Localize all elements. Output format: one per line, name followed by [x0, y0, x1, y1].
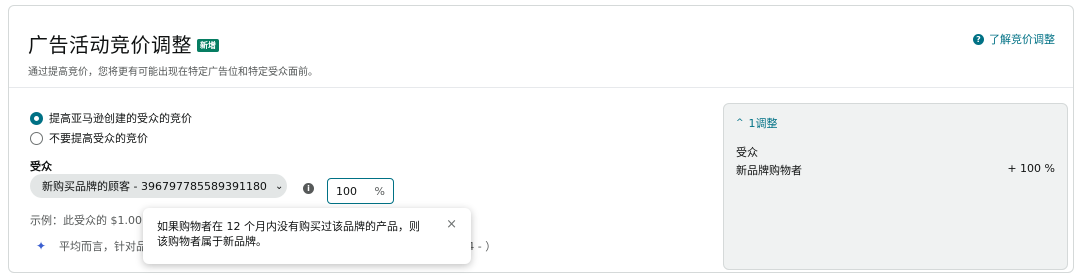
summary-toggle[interactable]: ^ 1调整 [736, 115, 1055, 131]
divider [9, 87, 1073, 88]
chevron-up-icon: ^ [736, 118, 744, 128]
close-icon[interactable]: × [446, 217, 457, 232]
info-icon[interactable]: i [303, 183, 314, 194]
example-text: 示例：此受众的 $1.00 [30, 214, 142, 227]
sparkle-icon: ✦ [36, 239, 47, 253]
summary-row: 新品牌购物者 + 100 % [736, 162, 1055, 178]
audience-label: 受众 [30, 160, 52, 173]
tooltip-text: 如果购物者在 12 个月内没有购买过该品牌的产品，则该购物者属于新品牌。 [157, 220, 420, 248]
help-icon: ? [973, 33, 984, 45]
adjustment-summary: ^ 1调整 受众 新品牌购物者 + 100 % [723, 103, 1068, 270]
radio-raise-bid-label: 提高亚马逊创建的受众的竞价 [49, 112, 192, 125]
new-to-brand-tooltip: 如果购物者在 12 个月内没有购买过该品牌的产品，则该购物者属于新品牌。 × [143, 208, 471, 264]
radio-checked-icon [30, 111, 43, 125]
title-row: 广告活动竞价调整 新增 [28, 29, 318, 58]
learn-link-label: 了解竞价调整 [989, 33, 1055, 46]
summary-row-value: + 100 % [1007, 162, 1055, 175]
header: 广告活动竞价调整 新增 通过提高竞价，您将更有可能出现在特定广告位和特定受众面前… [28, 29, 318, 78]
learn-bid-adjustment-link[interactable]: ? 了解竞价调整 [973, 31, 1055, 47]
new-badge: 新增 [197, 38, 219, 52]
bid-adjustment-panel: 广告活动竞价调整 新增 通过提高竞价，您将更有可能出现在特定广告位和特定受众面前… [8, 5, 1074, 273]
page-title: 广告活动竞价调整 [28, 33, 192, 57]
radio-no-raise[interactable]: 不要提高受众的竞价 [30, 130, 148, 146]
radio-no-raise-label: 不要提高受众的竞价 [49, 132, 148, 145]
percent-unit: % [374, 184, 385, 198]
page-subtitle: 通过提高竞价，您将更有可能出现在特定广告位和特定受众面前。 [28, 67, 318, 78]
audience-select[interactable]: 新购买品牌的顾客 - 396797785589391180 ⌄ [30, 174, 287, 198]
bid-percent-input[interactable]: 100 % [327, 178, 394, 204]
chevron-down-icon: ⌄ [274, 180, 284, 192]
summary-toggle-label: 1调整 [748, 117, 778, 130]
audience-selected-value: 新购买品牌的顾客 - 396797785589391180 [42, 180, 267, 193]
radio-raise-bid[interactable]: 提高亚马逊创建的受众的竞价 [30, 110, 192, 126]
bid-percent-value: 100 [336, 184, 357, 198]
summary-row-label: 新品牌购物者 [736, 164, 802, 177]
radio-unchecked-icon [30, 131, 43, 145]
summary-audience-label: 受众 [736, 146, 758, 159]
